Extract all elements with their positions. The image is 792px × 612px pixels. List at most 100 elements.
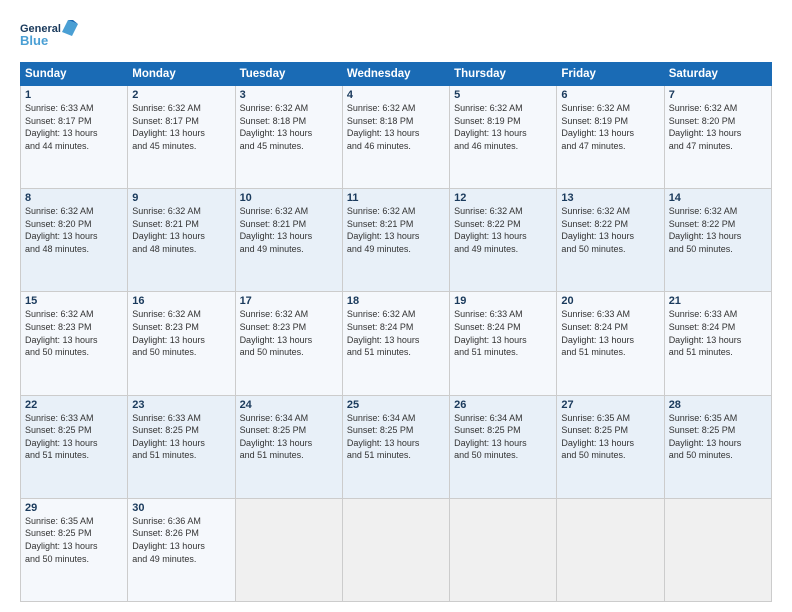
day-cell — [664, 498, 771, 601]
day-info: Sunrise: 6:32 AM Sunset: 8:19 PM Dayligh… — [454, 102, 552, 152]
day-cell: 6Sunrise: 6:32 AM Sunset: 8:19 PM Daylig… — [557, 86, 664, 189]
day-cell: 5Sunrise: 6:32 AM Sunset: 8:19 PM Daylig… — [450, 86, 557, 189]
header-saturday: Saturday — [664, 63, 771, 86]
day-number: 11 — [347, 192, 445, 204]
day-cell: 28Sunrise: 6:35 AM Sunset: 8:25 PM Dayli… — [664, 395, 771, 498]
day-cell: 8Sunrise: 6:32 AM Sunset: 8:20 PM Daylig… — [21, 189, 128, 292]
day-info: Sunrise: 6:32 AM Sunset: 8:24 PM Dayligh… — [347, 308, 445, 358]
day-cell: 15Sunrise: 6:32 AM Sunset: 8:23 PM Dayli… — [21, 292, 128, 395]
day-info: Sunrise: 6:32 AM Sunset: 8:23 PM Dayligh… — [25, 308, 123, 358]
day-info: Sunrise: 6:32 AM Sunset: 8:19 PM Dayligh… — [561, 102, 659, 152]
day-number: 29 — [25, 502, 123, 514]
day-cell: 29Sunrise: 6:35 AM Sunset: 8:25 PM Dayli… — [21, 498, 128, 601]
day-info: Sunrise: 6:32 AM Sunset: 8:22 PM Dayligh… — [454, 205, 552, 255]
day-number: 6 — [561, 89, 659, 101]
day-info: Sunrise: 6:32 AM Sunset: 8:21 PM Dayligh… — [132, 205, 230, 255]
day-cell: 1Sunrise: 6:33 AM Sunset: 8:17 PM Daylig… — [21, 86, 128, 189]
page: General Blue SundayMondayTuesdayWednesda… — [0, 0, 792, 612]
day-number: 2 — [132, 89, 230, 101]
day-cell: 26Sunrise: 6:34 AM Sunset: 8:25 PM Dayli… — [450, 395, 557, 498]
day-number: 8 — [25, 192, 123, 204]
day-info: Sunrise: 6:32 AM Sunset: 8:22 PM Dayligh… — [669, 205, 767, 255]
day-cell: 18Sunrise: 6:32 AM Sunset: 8:24 PM Dayli… — [342, 292, 449, 395]
day-number: 19 — [454, 295, 552, 307]
day-info: Sunrise: 6:34 AM Sunset: 8:25 PM Dayligh… — [347, 412, 445, 462]
day-number: 5 — [454, 89, 552, 101]
day-cell: 27Sunrise: 6:35 AM Sunset: 8:25 PM Dayli… — [557, 395, 664, 498]
day-info: Sunrise: 6:32 AM Sunset: 8:20 PM Dayligh… — [669, 102, 767, 152]
logo-svg: General Blue — [20, 18, 80, 54]
week-row-2: 8Sunrise: 6:32 AM Sunset: 8:20 PM Daylig… — [21, 189, 772, 292]
day-cell: 19Sunrise: 6:33 AM Sunset: 8:24 PM Dayli… — [450, 292, 557, 395]
day-info: Sunrise: 6:32 AM Sunset: 8:22 PM Dayligh… — [561, 205, 659, 255]
day-number: 25 — [347, 399, 445, 411]
day-number: 14 — [669, 192, 767, 204]
day-info: Sunrise: 6:32 AM Sunset: 8:21 PM Dayligh… — [240, 205, 338, 255]
day-number: 24 — [240, 399, 338, 411]
day-number: 20 — [561, 295, 659, 307]
day-number: 16 — [132, 295, 230, 307]
day-info: Sunrise: 6:35 AM Sunset: 8:25 PM Dayligh… — [561, 412, 659, 462]
header-friday: Friday — [557, 63, 664, 86]
day-cell: 3Sunrise: 6:32 AM Sunset: 8:18 PM Daylig… — [235, 86, 342, 189]
day-info: Sunrise: 6:34 AM Sunset: 8:25 PM Dayligh… — [454, 412, 552, 462]
day-number: 4 — [347, 89, 445, 101]
day-info: Sunrise: 6:34 AM Sunset: 8:25 PM Dayligh… — [240, 412, 338, 462]
day-cell: 30Sunrise: 6:36 AM Sunset: 8:26 PM Dayli… — [128, 498, 235, 601]
day-cell: 11Sunrise: 6:32 AM Sunset: 8:21 PM Dayli… — [342, 189, 449, 292]
day-cell: 24Sunrise: 6:34 AM Sunset: 8:25 PM Dayli… — [235, 395, 342, 498]
calendar-table: SundayMondayTuesdayWednesdayThursdayFrid… — [20, 62, 772, 602]
day-cell: 12Sunrise: 6:32 AM Sunset: 8:22 PM Dayli… — [450, 189, 557, 292]
header-sunday: Sunday — [21, 63, 128, 86]
day-info: Sunrise: 6:32 AM Sunset: 8:23 PM Dayligh… — [240, 308, 338, 358]
header: General Blue — [20, 18, 772, 54]
day-cell: 17Sunrise: 6:32 AM Sunset: 8:23 PM Dayli… — [235, 292, 342, 395]
day-info: Sunrise: 6:33 AM Sunset: 8:25 PM Dayligh… — [132, 412, 230, 462]
day-cell: 21Sunrise: 6:33 AM Sunset: 8:24 PM Dayli… — [664, 292, 771, 395]
day-number: 9 — [132, 192, 230, 204]
day-info: Sunrise: 6:35 AM Sunset: 8:25 PM Dayligh… — [25, 515, 123, 565]
day-info: Sunrise: 6:32 AM Sunset: 8:21 PM Dayligh… — [347, 205, 445, 255]
day-info: Sunrise: 6:32 AM Sunset: 8:20 PM Dayligh… — [25, 205, 123, 255]
day-cell: 25Sunrise: 6:34 AM Sunset: 8:25 PM Dayli… — [342, 395, 449, 498]
day-number: 17 — [240, 295, 338, 307]
header-thursday: Thursday — [450, 63, 557, 86]
day-info: Sunrise: 6:33 AM Sunset: 8:25 PM Dayligh… — [25, 412, 123, 462]
day-number: 27 — [561, 399, 659, 411]
week-row-4: 22Sunrise: 6:33 AM Sunset: 8:25 PM Dayli… — [21, 395, 772, 498]
week-row-3: 15Sunrise: 6:32 AM Sunset: 8:23 PM Dayli… — [21, 292, 772, 395]
day-number: 1 — [25, 89, 123, 101]
header-wednesday: Wednesday — [342, 63, 449, 86]
day-info: Sunrise: 6:36 AM Sunset: 8:26 PM Dayligh… — [132, 515, 230, 565]
svg-text:Blue: Blue — [20, 33, 48, 48]
day-cell: 7Sunrise: 6:32 AM Sunset: 8:20 PM Daylig… — [664, 86, 771, 189]
day-cell: 9Sunrise: 6:32 AM Sunset: 8:21 PM Daylig… — [128, 189, 235, 292]
day-info: Sunrise: 6:35 AM Sunset: 8:25 PM Dayligh… — [669, 412, 767, 462]
day-info: Sunrise: 6:32 AM Sunset: 8:18 PM Dayligh… — [240, 102, 338, 152]
day-cell: 2Sunrise: 6:32 AM Sunset: 8:17 PM Daylig… — [128, 86, 235, 189]
day-number: 7 — [669, 89, 767, 101]
day-cell: 16Sunrise: 6:32 AM Sunset: 8:23 PM Dayli… — [128, 292, 235, 395]
day-number: 15 — [25, 295, 123, 307]
day-cell: 14Sunrise: 6:32 AM Sunset: 8:22 PM Dayli… — [664, 189, 771, 292]
day-number: 10 — [240, 192, 338, 204]
header-monday: Monday — [128, 63, 235, 86]
week-row-5: 29Sunrise: 6:35 AM Sunset: 8:25 PM Dayli… — [21, 498, 772, 601]
day-info: Sunrise: 6:33 AM Sunset: 8:24 PM Dayligh… — [669, 308, 767, 358]
day-number: 26 — [454, 399, 552, 411]
day-cell: 23Sunrise: 6:33 AM Sunset: 8:25 PM Dayli… — [128, 395, 235, 498]
day-info: Sunrise: 6:32 AM Sunset: 8:17 PM Dayligh… — [132, 102, 230, 152]
day-cell — [450, 498, 557, 601]
day-number: 12 — [454, 192, 552, 204]
day-info: Sunrise: 6:33 AM Sunset: 8:24 PM Dayligh… — [454, 308, 552, 358]
day-cell: 10Sunrise: 6:32 AM Sunset: 8:21 PM Dayli… — [235, 189, 342, 292]
day-cell — [342, 498, 449, 601]
day-number: 13 — [561, 192, 659, 204]
day-info: Sunrise: 6:33 AM Sunset: 8:24 PM Dayligh… — [561, 308, 659, 358]
day-number: 22 — [25, 399, 123, 411]
header-tuesday: Tuesday — [235, 63, 342, 86]
week-row-1: 1Sunrise: 6:33 AM Sunset: 8:17 PM Daylig… — [21, 86, 772, 189]
day-cell: 20Sunrise: 6:33 AM Sunset: 8:24 PM Dayli… — [557, 292, 664, 395]
day-number: 23 — [132, 399, 230, 411]
day-number: 30 — [132, 502, 230, 514]
